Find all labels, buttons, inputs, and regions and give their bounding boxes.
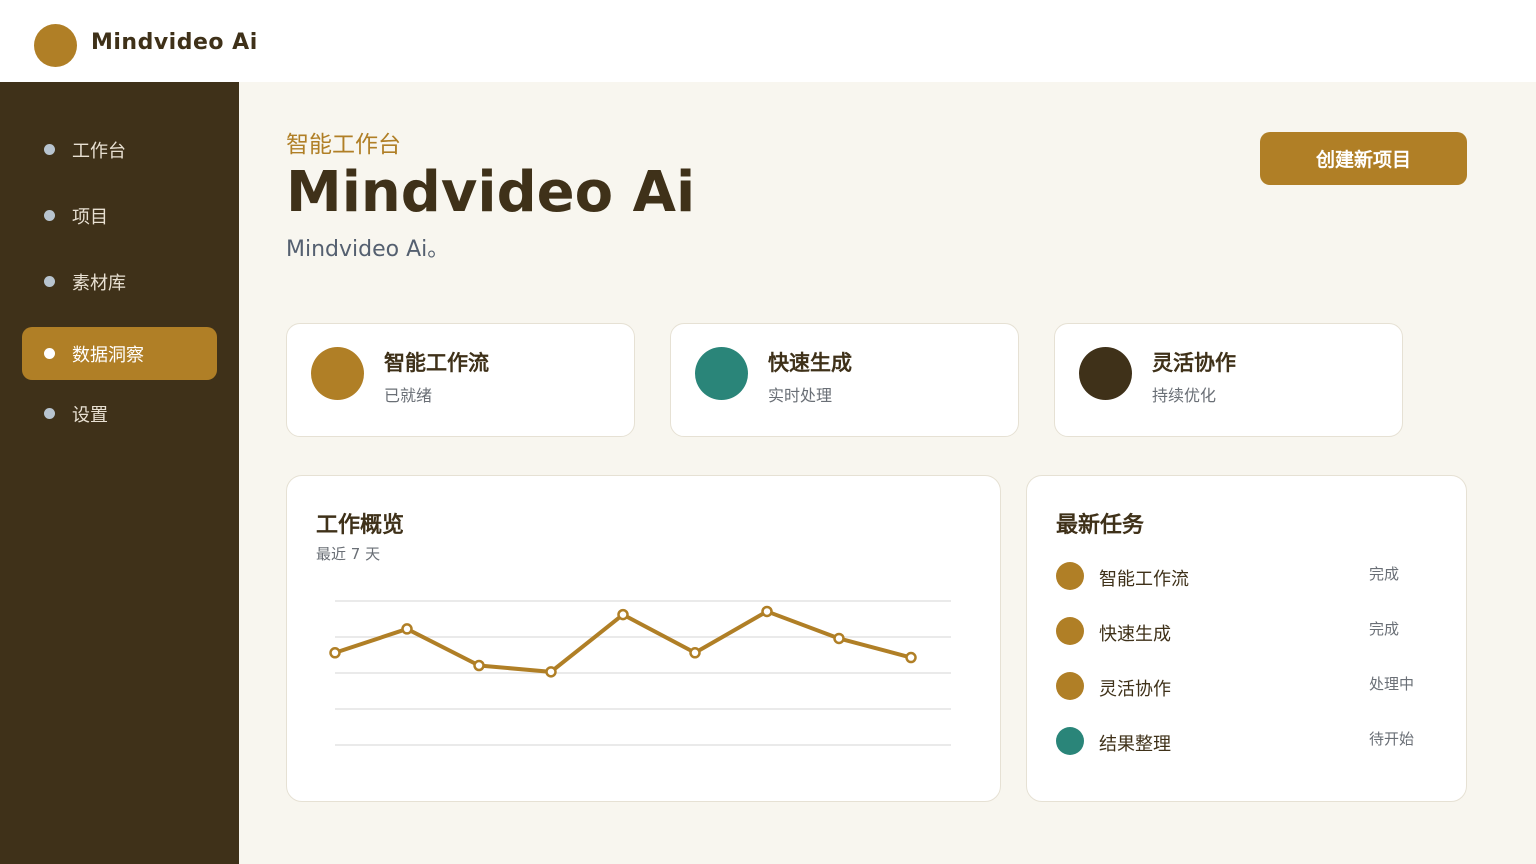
chart-point[interactable]	[689, 647, 701, 659]
feature-status: 实时处理	[768, 386, 833, 405]
sidebar-item-label: 项目	[72, 207, 108, 228]
task-dot-icon	[1056, 727, 1084, 755]
task-row[interactable]: 灵活协作 处理中	[1055, 671, 1435, 701]
task-dot-icon	[1056, 617, 1084, 645]
task-dot-icon	[1056, 672, 1084, 700]
chart-series-line	[334, 609, 912, 674]
chart-point[interactable]	[473, 659, 485, 672]
feature-title: 智能工作流	[384, 351, 489, 375]
feature-title: 灵活协作	[1152, 351, 1236, 375]
overview-line-chart	[329, 600, 951, 746]
sidebar-item-projects[interactable]: 项目	[22, 189, 217, 242]
page-subtitle: Mindvideo Ai。	[286, 237, 450, 262]
task-name: 智能工作流	[1099, 569, 1189, 590]
feature-card-collab[interactable]: 灵活协作 持续优化	[1054, 323, 1403, 437]
sidebar-item-workbench[interactable]: 工作台	[22, 123, 217, 176]
chart-point[interactable]	[545, 666, 557, 678]
sidebar-item-label: 素材库	[72, 273, 126, 294]
chart-point[interactable]	[401, 623, 413, 635]
feature-dot-icon	[311, 347, 364, 400]
sidebar-item-insights[interactable]: 数据洞察	[22, 327, 217, 380]
page-title: Mindvideo Ai	[286, 160, 696, 225]
feature-status: 持续优化	[1152, 386, 1217, 405]
sidebar: 工作台 项目 素材库 数据洞察 设置	[0, 82, 239, 864]
task-row[interactable]: 快速生成 完成	[1055, 616, 1435, 646]
bullet-icon	[44, 210, 55, 221]
chart-point[interactable]	[617, 608, 629, 621]
feature-dot-icon	[695, 347, 748, 400]
feature-dot-icon	[1079, 347, 1132, 400]
bullet-icon	[44, 408, 55, 419]
page-eyebrow: 智能工作台	[286, 132, 401, 158]
overview-panel: 工作概览 最近 7 天	[286, 475, 1001, 802]
feature-card-workflow[interactable]: 智能工作流 已就绪	[286, 323, 635, 437]
tasks-title: 最新任务	[1056, 513, 1145, 538]
task-state: 待开始	[1369, 730, 1415, 748]
task-name: 结果整理	[1099, 734, 1171, 755]
feature-card-generate[interactable]: 快速生成 实时处理	[670, 323, 1019, 437]
create-project-button[interactable]: 创建新项目	[1260, 132, 1467, 185]
sidebar-item-label: 工作台	[72, 141, 126, 162]
bullet-icon	[44, 348, 55, 359]
feature-title: 快速生成	[768, 351, 852, 375]
task-row[interactable]: 智能工作流 完成	[1055, 561, 1435, 591]
task-name: 灵活协作	[1099, 679, 1171, 700]
chart-point[interactable]	[329, 647, 341, 659]
task-state: 完成	[1369, 565, 1400, 583]
task-state: 处理中	[1369, 675, 1415, 693]
bullet-icon	[44, 144, 55, 155]
logo-icon[interactable]	[34, 24, 77, 67]
task-row[interactable]: 结果整理 待开始	[1055, 726, 1435, 756]
chart-point[interactable]	[761, 605, 773, 618]
feature-status: 已就绪	[384, 386, 433, 405]
tasks-panel: 最新任务 智能工作流 完成 快速生成 完成 灵活协作 处理中 结果整理 待开始	[1026, 475, 1467, 802]
sidebar-item-assets[interactable]: 素材库	[22, 255, 217, 308]
sidebar-item-label: 设置	[72, 405, 108, 426]
task-state: 完成	[1369, 620, 1400, 638]
task-name: 快速生成	[1099, 624, 1171, 645]
bullet-icon	[44, 276, 55, 287]
sidebar-item-settings[interactable]: 设置	[22, 387, 217, 440]
sidebar-item-label: 数据洞察	[72, 345, 144, 366]
chart-point[interactable]	[905, 651, 917, 664]
top-bar: Mindvideo Ai	[0, 0, 1536, 82]
chart-point[interactable]	[833, 632, 845, 645]
task-dot-icon	[1056, 562, 1084, 590]
brand-name[interactable]: Mindvideo Ai	[91, 30, 258, 55]
